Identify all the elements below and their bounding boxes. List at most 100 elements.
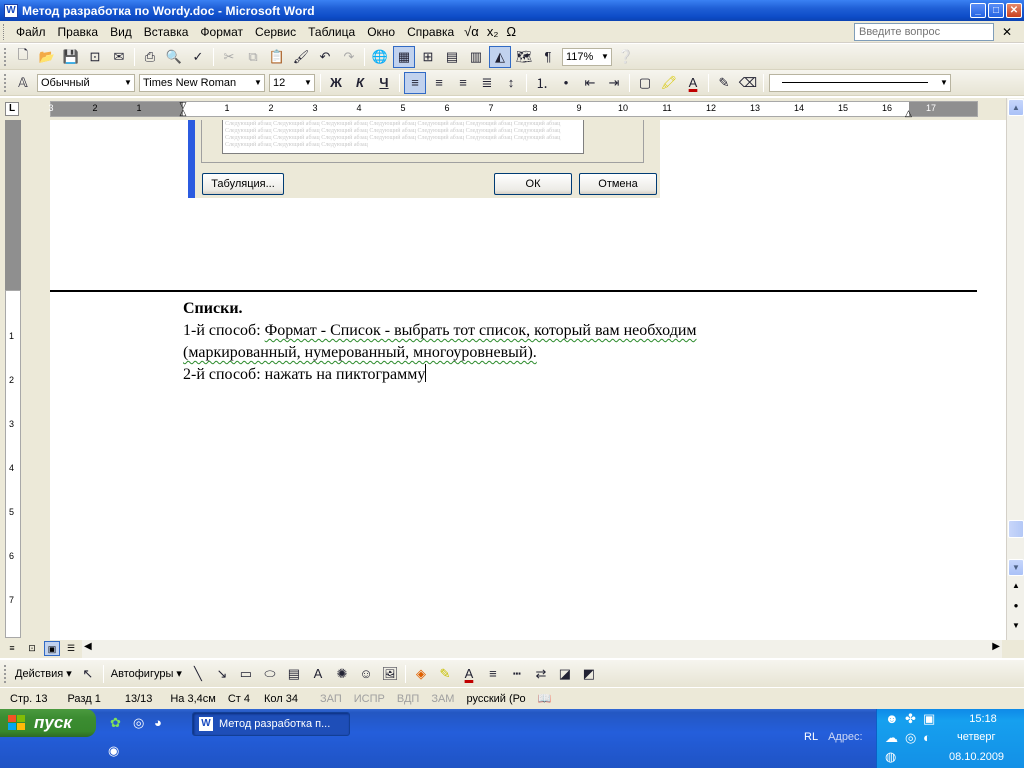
styles-pane-icon[interactable]: 𝔸 bbox=[12, 72, 34, 94]
indent-marker[interactable]: ▽ △ bbox=[178, 101, 188, 117]
cut-icon[interactable]: ✂ bbox=[218, 46, 240, 68]
equation-icon[interactable]: √α bbox=[460, 22, 483, 42]
print-icon[interactable]: ⎙ bbox=[139, 46, 161, 68]
fill-color-icon[interactable]: ◈ bbox=[410, 663, 432, 685]
quicklaunch-extra-icon[interactable]: ◉ bbox=[108, 743, 124, 759]
spelling-icon[interactable]: ✓ bbox=[187, 46, 209, 68]
quicklaunch-icon[interactable]: ✿ bbox=[110, 715, 126, 731]
save-icon[interactable]: 💾 bbox=[60, 46, 82, 68]
font-size-select[interactable]: 12 ▼ bbox=[269, 73, 315, 92]
menu-file[interactable]: Файл bbox=[10, 22, 52, 42]
numbering-icon[interactable]: ⒈ bbox=[531, 72, 553, 94]
tray-tool-icon[interactable]: ▣ bbox=[923, 711, 939, 727]
bold-button[interactable]: Ж bbox=[325, 72, 347, 94]
tray-media-icon[interactable]: ◎ bbox=[905, 730, 921, 746]
insert-excel-icon[interactable]: ▤ bbox=[441, 46, 463, 68]
close-button[interactable]: ✕ bbox=[1006, 3, 1022, 18]
menu-edit[interactable]: Правка bbox=[52, 22, 105, 42]
font-color-icon[interactable]: A bbox=[682, 72, 704, 94]
tables-borders-icon[interactable]: ▦ bbox=[393, 45, 415, 68]
open-folder-icon[interactable]: 📂 bbox=[36, 46, 58, 68]
justify-icon[interactable]: ≣ bbox=[476, 72, 498, 94]
columns-icon[interactable]: ▥ bbox=[465, 46, 487, 68]
status-extend[interactable]: ВДП bbox=[391, 693, 425, 705]
decrease-indent-icon[interactable]: ⇤ bbox=[579, 72, 601, 94]
permission-icon[interactable]: ⊡ bbox=[84, 46, 106, 68]
email-icon[interactable]: ✉ bbox=[108, 46, 130, 68]
omega-icon[interactable]: Ω bbox=[502, 22, 520, 42]
status-overtype[interactable]: ЗАМ bbox=[425, 693, 460, 705]
scroll-thumb[interactable] bbox=[1008, 520, 1024, 538]
menu-insert[interactable]: Вставка bbox=[138, 22, 195, 42]
show-hide-icon[interactable]: ¶ bbox=[537, 46, 559, 68]
highlight-icon[interactable]: 🖍 bbox=[658, 72, 680, 94]
new-document-icon[interactable]: 🗋 bbox=[12, 46, 34, 68]
line-color-icon[interactable]: ✎ bbox=[434, 663, 456, 685]
menu-help[interactable]: Справка bbox=[401, 22, 460, 42]
right-indent-marker[interactable]: △ bbox=[905, 108, 912, 119]
arrow-icon[interactable]: ↘ bbox=[211, 663, 233, 685]
menu-table[interactable]: Таблица bbox=[302, 22, 361, 42]
clip-art-icon[interactable]: ☺ bbox=[355, 663, 377, 685]
cancel-button[interactable]: Отмена bbox=[579, 173, 657, 195]
horizontal-scrollbar[interactable]: ◀ ▶ bbox=[82, 640, 1002, 658]
tray-network-icon[interactable]: ☻ bbox=[885, 711, 901, 727]
line-style-icon[interactable]: ≡ bbox=[482, 663, 504, 685]
taskbar-word-button[interactable]: W Метод разработка п... bbox=[192, 712, 350, 736]
rectangle-icon[interactable]: ▭ bbox=[235, 663, 257, 685]
dash-style-icon[interactable]: ┅ bbox=[506, 663, 528, 685]
embedded-dialog-image[interactable]: Следующий абзац Следующий абзац Следующи… bbox=[188, 120, 660, 198]
align-right-icon[interactable]: ≡ bbox=[452, 72, 474, 94]
zoom-select[interactable]: 117% ▼ bbox=[562, 47, 612, 66]
print-layout-icon[interactable]: ▣ bbox=[44, 641, 60, 656]
diagram-icon[interactable]: ✺ bbox=[331, 663, 353, 685]
menu-view[interactable]: Вид bbox=[104, 22, 138, 42]
help-icon[interactable]: ❔ bbox=[615, 46, 637, 68]
tray-flag-icon[interactable]: ☁ bbox=[885, 730, 901, 746]
toolbar-grip[interactable] bbox=[4, 47, 7, 66]
previous-page-icon[interactable]: ▲ bbox=[1008, 578, 1024, 595]
vertical-ruler[interactable]: 1 2 3 4 5 6 7 bbox=[5, 290, 21, 638]
menu-format[interactable]: Формат bbox=[194, 22, 249, 42]
web-layout-icon[interactable]: ⊡ bbox=[24, 641, 40, 656]
scroll-left-icon[interactable]: ◀ bbox=[84, 641, 92, 652]
redo-icon[interactable]: ↷ bbox=[338, 46, 360, 68]
align-left-icon[interactable]: ≡ bbox=[404, 71, 426, 94]
increase-indent-icon[interactable]: ⇥ bbox=[603, 72, 625, 94]
tray-antivirus-icon[interactable]: ✤ bbox=[905, 711, 921, 727]
wordart-icon[interactable]: A bbox=[307, 663, 329, 685]
paste-icon[interactable]: 📋 bbox=[266, 46, 288, 68]
ok-button[interactable]: ОК bbox=[494, 173, 572, 195]
line-style-select[interactable]: ▼ bbox=[769, 73, 951, 92]
help-question-input[interactable] bbox=[854, 23, 994, 41]
eraser-icon[interactable]: ⌫ bbox=[737, 72, 759, 94]
menu-tools[interactable]: Сервис bbox=[249, 22, 302, 42]
undo-icon[interactable]: ↶ bbox=[314, 46, 336, 68]
vertical-scrollbar[interactable]: ▲ ▼ ▲ ● ▼ bbox=[1006, 98, 1024, 640]
hyperlink-icon[interactable]: 🌐 bbox=[369, 46, 391, 68]
scroll-right-icon[interactable]: ▶ bbox=[992, 641, 1000, 652]
underline-button[interactable]: Ч bbox=[373, 72, 395, 94]
outline-view-icon[interactable]: ☰ bbox=[63, 641, 79, 656]
text-box-icon[interactable]: ▤ bbox=[283, 663, 305, 685]
close-document-icon[interactable]: ✕ bbox=[1002, 23, 1012, 41]
select-objects-icon[interactable]: ↖ bbox=[77, 663, 99, 685]
print-preview-icon[interactable]: 🔍 bbox=[163, 46, 185, 68]
draw-font-color-icon[interactable]: A bbox=[458, 663, 480, 685]
font-select[interactable]: Times New Roman ▼ bbox=[139, 73, 265, 92]
align-center-icon[interactable]: ≡ bbox=[428, 72, 450, 94]
copy-icon[interactable]: ⧉ bbox=[242, 46, 264, 68]
word-app-icon[interactable]: W bbox=[4, 3, 18, 18]
minimize-button[interactable]: _ bbox=[970, 3, 986, 18]
status-track-changes[interactable]: ИСПР bbox=[348, 693, 391, 705]
drawing-icon[interactable]: ◭ bbox=[489, 45, 511, 68]
italic-button[interactable]: К bbox=[349, 72, 371, 94]
tab-selector[interactable]: L bbox=[5, 102, 19, 116]
menu-window[interactable]: Окно bbox=[361, 22, 401, 42]
toolbar-grip[interactable] bbox=[4, 73, 7, 92]
horizontal-ruler[interactable]: 3 2 1 1 2 3 4 5 6 7 8 9 10 11 12 13 14 1… bbox=[48, 101, 978, 119]
shadow-icon[interactable]: ◪ bbox=[554, 663, 576, 685]
document-map-icon[interactable]: 🗺 bbox=[513, 46, 535, 68]
language-indicator[interactable]: RL bbox=[804, 731, 818, 743]
arrow-style-icon[interactable]: ⇄ bbox=[530, 663, 552, 685]
